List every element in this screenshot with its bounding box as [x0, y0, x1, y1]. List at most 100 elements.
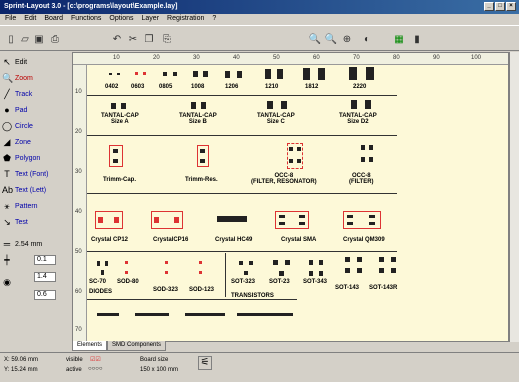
footprint-label: TANTAL-CAP Size D2 [339, 113, 377, 125]
tool-polygon[interactable]: ⬟ Polygon [2, 152, 40, 164]
tool-pad[interactable]: ● Pad [2, 104, 27, 116]
pad [203, 71, 208, 77]
cut-icon[interactable]: ✂ [126, 32, 140, 46]
tool-test[interactable]: ↘ Test [2, 216, 28, 228]
pad [391, 257, 396, 262]
divider [87, 95, 397, 96]
close-button[interactable]: × [506, 2, 516, 11]
print-icon[interactable]: ⎙ [48, 32, 62, 46]
menu-board[interactable]: Board [44, 14, 63, 24]
menu-edit[interactable]: Edit [24, 14, 36, 24]
track-icon: ╱ [4, 88, 10, 99]
spin-input-1[interactable]: 0.1 [34, 255, 56, 265]
pad-row [97, 313, 119, 316]
text-icon: T [4, 169, 10, 179]
tab-smd-components[interactable]: SMD Components [107, 341, 167, 351]
menu-file[interactable]: File [5, 14, 16, 24]
paste-icon[interactable]: ⎘ [160, 32, 174, 46]
pad [319, 260, 323, 265]
open-icon[interactable]: ▱ [18, 32, 32, 46]
pad [105, 261, 108, 266]
minimize-button[interactable]: _ [484, 2, 494, 11]
active-label: active [66, 367, 82, 373]
pad [225, 71, 230, 78]
component-icon[interactable]: ▮ [410, 32, 424, 46]
pad [267, 101, 273, 109]
tool-text-font[interactable]: T Text (Font) [2, 168, 48, 180]
pad [279, 222, 285, 225]
pad [299, 215, 305, 218]
pad [297, 159, 301, 163]
menu-bar: File Edit Board Functions Options Layer … [0, 14, 519, 24]
undo-icon[interactable]: ↶ [110, 32, 124, 46]
save-icon[interactable]: ▣ [32, 32, 46, 46]
pattern-icon[interactable]: ⚟ [198, 356, 212, 370]
pad [369, 215, 375, 218]
menu-functions[interactable]: Functions [71, 14, 101, 24]
crystal-outline [343, 211, 381, 229]
footprint-label: TANTAL-CAP Size A [101, 113, 139, 125]
pad [163, 72, 167, 76]
layer-radio-icon[interactable]: ○○○○ [88, 366, 103, 372]
footprint-label: SOT-143 [335, 285, 360, 291]
pad [143, 72, 146, 75]
tool-circle[interactable]: ◯ Circle [2, 120, 33, 132]
tool-track[interactable]: ╱ Track [2, 88, 32, 100]
footprint-label: SOT-323 [231, 279, 256, 285]
tool-text-lett[interactable]: Ab Text (Lett) [2, 184, 46, 196]
pad [279, 271, 284, 276]
tool-panel: ↖ Edit 🔍 Zoom ╱ Track ● Pad ◯ Circle ◢ Zone ⬟ P… [0, 52, 72, 342]
tab-elements[interactable]: Elements [72, 341, 108, 351]
tool-pattern[interactable]: ⚹ Pattern [2, 200, 37, 212]
pad [135, 72, 138, 75]
pad [391, 268, 396, 273]
menu-registration[interactable]: Registration [167, 14, 204, 24]
layout-canvas[interactable]: 10 20 30 40 50 60 70 80 90 100 10 20 30 … [72, 52, 509, 342]
circle-icon: ◯ [2, 120, 13, 131]
layer-check-icon[interactable]: ☑☑ [90, 356, 101, 363]
menu-help[interactable]: ? [212, 14, 216, 24]
ruler-tick: 20 [153, 55, 160, 61]
maximize-button[interactable]: □ [495, 2, 505, 11]
tool-zone[interactable]: ◢ Zone [2, 136, 31, 148]
board-size-value: 150 x 100 mm [140, 367, 179, 373]
new-icon[interactable]: ▯ [4, 32, 18, 46]
footprint-label: Trimm-Cap. [103, 177, 137, 183]
board-sheet[interactable]: 0402 0603 0805 1008 1206 1210 1812 2220 … [87, 65, 508, 341]
pad [369, 222, 375, 225]
ruler-tick: 70 [353, 55, 360, 61]
footprint-label: SC-70 [89, 279, 107, 285]
tool-label: Text (Font) [15, 170, 49, 178]
spin-input-3[interactable]: 0.6 [34, 290, 56, 300]
pad [117, 73, 120, 75]
footprint-label: 0402 [105, 84, 119, 90]
horizontal-ruler: 10 20 30 40 50 60 70 80 90 100 [73, 53, 508, 65]
x-coordinate: X: 59.06 mm [4, 357, 39, 363]
footprint-label: Trimm-Res. [185, 177, 218, 183]
pad [125, 261, 128, 264]
ruler-tick: 10 [75, 89, 82, 95]
tool-zoom[interactable]: 🔍 Zoom [2, 72, 33, 84]
track-width-setting[interactable]: ═ 2.54 mm [2, 238, 42, 250]
width-icon: ═ [3, 239, 11, 249]
arrow-icon: ↖ [3, 56, 11, 67]
pad [237, 71, 242, 78]
tool-edit[interactable]: ↖ Edit [2, 56, 27, 68]
footprint-label: Crystal QM309 [343, 237, 385, 243]
pad [265, 69, 271, 79]
menu-layer[interactable]: Layer [142, 14, 160, 24]
pattern-icon: ⚹ [4, 200, 10, 211]
menu-options[interactable]: Options [109, 14, 133, 24]
moon-icon[interactable]: ◐ [360, 32, 374, 46]
pad [200, 159, 205, 163]
grid-icon[interactable]: ▦ [392, 32, 406, 46]
copy-icon[interactable]: ❐ [142, 32, 156, 46]
zoom-fit-icon[interactable]: ⊕ [340, 32, 354, 46]
vertical-scrollbar[interactable] [509, 52, 519, 342]
pad [244, 271, 248, 275]
spin-input-2[interactable]: 1.4 [34, 272, 56, 282]
ruler-tick: 70 [75, 327, 82, 333]
footprint-label: OCC-8 (FILTER, RESONATOR) [251, 173, 317, 185]
zoom-out-icon[interactable]: 🔍 [324, 32, 338, 46]
zoom-in-icon[interactable]: 🔍 [308, 32, 322, 46]
